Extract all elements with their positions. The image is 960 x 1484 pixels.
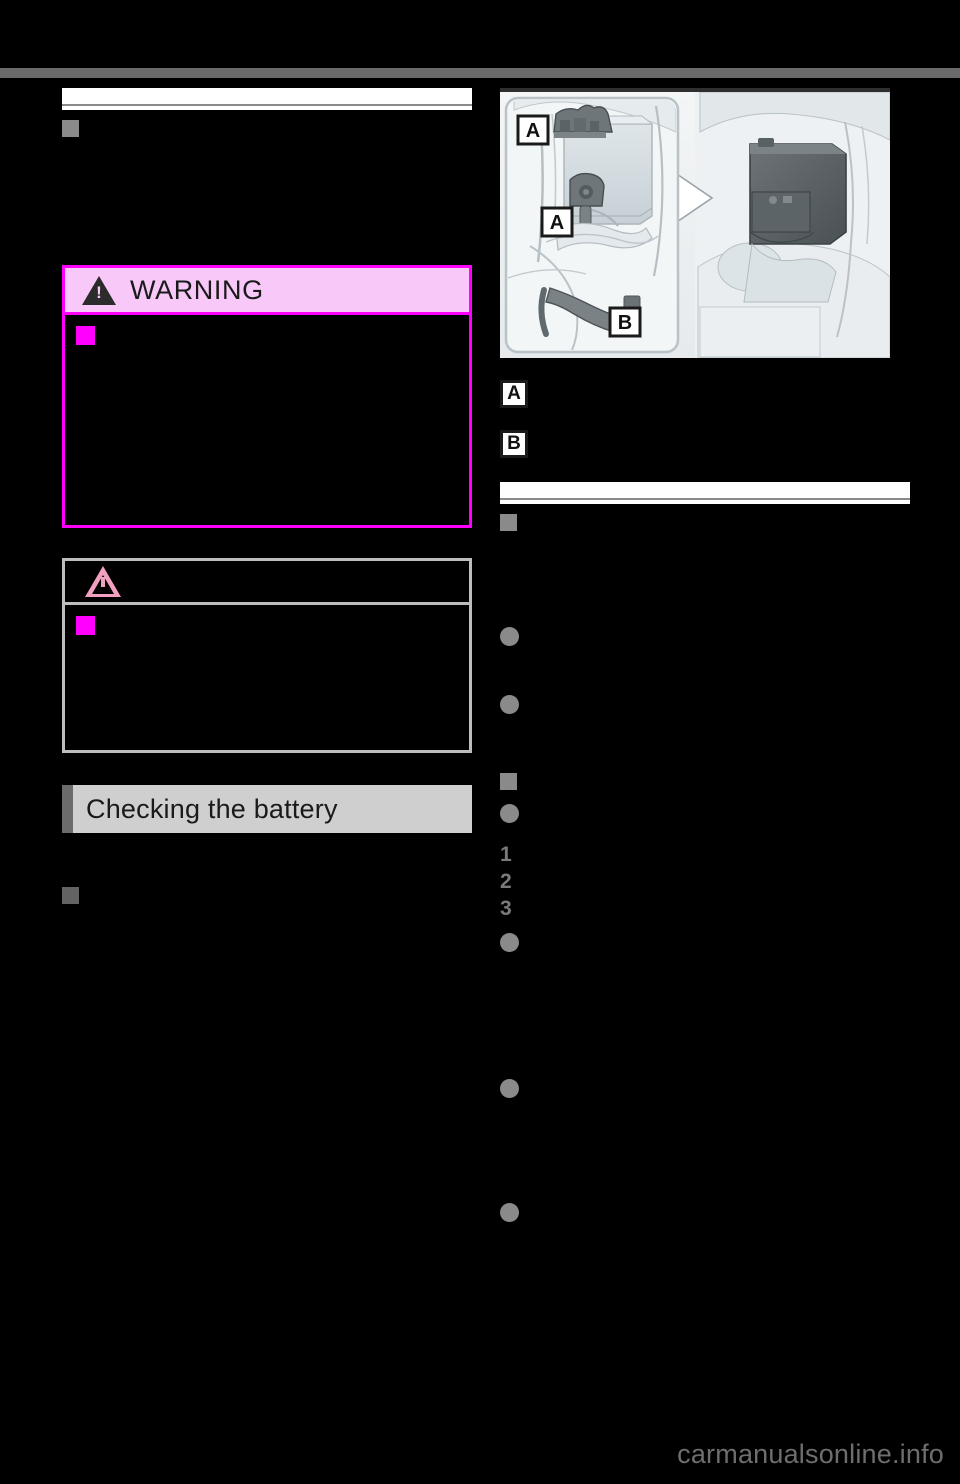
square-bullet-icon bbox=[500, 514, 517, 531]
svg-text:B: B bbox=[618, 312, 632, 334]
list-number: 2 bbox=[500, 870, 512, 893]
fuse-box-detail bbox=[749, 138, 847, 245]
square-bullet-icon bbox=[62, 887, 79, 904]
section-header-plate: Checking the battery bbox=[73, 785, 472, 833]
subsection-heading-label bbox=[526, 511, 910, 533]
list-item bbox=[500, 1079, 910, 1183]
warning-triangle-icon bbox=[82, 275, 116, 305]
callout-key-a: A bbox=[500, 380, 528, 408]
page-top-rule bbox=[0, 68, 960, 78]
list-item-text bbox=[531, 1079, 910, 1183]
section-divider-rule bbox=[500, 482, 910, 504]
numbered-list-item: 3 bbox=[500, 898, 910, 919]
legend-label-a bbox=[540, 380, 910, 406]
list-item bbox=[500, 695, 910, 747]
right-column: A A B A B 1 2 3 bbox=[500, 88, 910, 1259]
subsection-heading-battery-cautions bbox=[62, 110, 472, 139]
engine-bay-battery-illustration: A A B bbox=[500, 88, 890, 358]
manual-page: { "page": { "background": "#000000", "to… bbox=[0, 0, 960, 1484]
svg-text:A: A bbox=[550, 212, 564, 234]
warning-bullet-icon bbox=[76, 326, 95, 345]
dot-bullet-icon bbox=[500, 1079, 519, 1098]
subsection-heading-label bbox=[526, 770, 910, 792]
svg-text:A: A bbox=[526, 120, 540, 142]
subsection-heading-recharging-procedure bbox=[500, 763, 910, 792]
list-item bbox=[500, 1203, 910, 1259]
subsection-heading-label bbox=[88, 117, 472, 139]
dot-bullet-icon bbox=[500, 695, 519, 714]
section-header-checking-the-battery: Checking the battery bbox=[62, 785, 472, 833]
section-intro-text bbox=[62, 833, 472, 877]
list-number: 3 bbox=[500, 897, 512, 920]
legend-item-a: A bbox=[500, 380, 910, 408]
list-item-text bbox=[531, 804, 910, 834]
notice-box bbox=[62, 558, 472, 753]
numbered-list-item-text bbox=[531, 898, 910, 918]
numbered-list-item-text bbox=[531, 844, 910, 864]
notice-box-body bbox=[65, 605, 469, 750]
list-item bbox=[500, 933, 910, 1061]
dot-bullet-icon bbox=[500, 627, 519, 646]
warning-box-header: WARNING bbox=[65, 268, 469, 315]
left-column: WARNING Checking the battery bbox=[62, 88, 472, 1336]
subsection-heading-exterior-check bbox=[62, 877, 472, 906]
subsection-heading-before-recharging bbox=[500, 504, 910, 533]
callout-label-b: B bbox=[608, 306, 642, 338]
callout-key-b: B bbox=[500, 430, 528, 458]
notice-triangle-icon bbox=[85, 566, 121, 597]
list-item-text bbox=[531, 1203, 910, 1259]
detail-scene bbox=[695, 92, 890, 358]
dot-bullet-icon bbox=[500, 933, 519, 952]
legend-label-b bbox=[540, 430, 910, 456]
list-item bbox=[500, 627, 910, 679]
callout-label-a-top: A bbox=[516, 114, 550, 146]
notice-bullet-icon bbox=[76, 616, 95, 635]
callout-label-a-middle: A bbox=[540, 206, 574, 238]
subsection-heading-label bbox=[88, 884, 472, 906]
battery-terminal-top bbox=[553, 104, 613, 138]
list-item-text bbox=[531, 627, 910, 679]
warning-box-body bbox=[65, 315, 469, 525]
site-watermark: carmanualsonline.info bbox=[677, 1439, 944, 1469]
subsection-body-text bbox=[62, 139, 472, 265]
list-item-text bbox=[531, 933, 910, 1061]
dot-bullet-icon bbox=[500, 1203, 519, 1222]
numbered-list-item-text bbox=[531, 871, 910, 891]
warning-box: WARNING bbox=[62, 265, 472, 528]
square-bullet-icon bbox=[62, 120, 79, 137]
square-bullet-icon bbox=[500, 773, 517, 790]
legend-item-b: B bbox=[500, 430, 910, 458]
list-item bbox=[500, 804, 910, 834]
list-item-text bbox=[531, 695, 910, 747]
notice-box-header bbox=[65, 561, 469, 605]
numbered-list-item: 2 bbox=[500, 871, 910, 892]
subsection-body-text bbox=[62, 906, 472, 1336]
list-number: 1 bbox=[500, 843, 512, 866]
section-header-bar bbox=[62, 785, 73, 833]
dot-bullet-icon bbox=[500, 804, 519, 823]
subsection-body-text bbox=[500, 533, 910, 619]
illustration-svg: A A B bbox=[500, 92, 890, 358]
section-header-label: Checking the battery bbox=[86, 793, 338, 824]
section-divider-rule bbox=[62, 88, 472, 110]
warning-box-title: WARNING bbox=[130, 274, 264, 305]
numbered-list-item: 1 bbox=[500, 844, 910, 865]
